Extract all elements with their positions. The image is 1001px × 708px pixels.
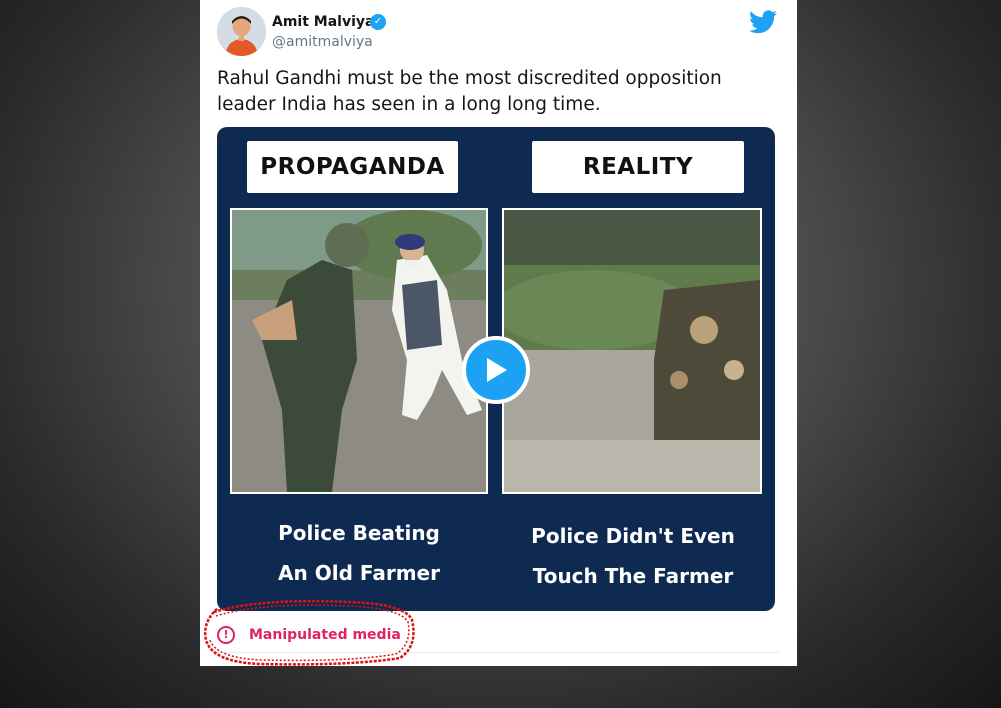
play-button[interactable] bbox=[462, 336, 530, 404]
reality-caption: Police Didn't Even Touch The Farmer bbox=[503, 516, 763, 596]
reality-caption-line1: Police Didn't Even bbox=[531, 524, 735, 548]
author-name[interactable]: Amit Malviya bbox=[272, 14, 374, 30]
propaganda-caption: Police Beating An Old Farmer bbox=[229, 513, 489, 593]
police-and-farmer-scene bbox=[232, 210, 486, 492]
reality-caption-line2: Touch The Farmer bbox=[532, 564, 734, 588]
propaganda-caption-line2: An Old Farmer bbox=[278, 561, 440, 585]
divider bbox=[217, 652, 780, 653]
manipulated-media-notice[interactable]: ! Manipulated media bbox=[217, 620, 401, 650]
tweet-text: Rahul Gandhi must be the most discredite… bbox=[217, 68, 722, 115]
author-handle[interactable]: @amitmalviya bbox=[272, 34, 373, 50]
avatar-portrait bbox=[217, 7, 266, 56]
propaganda-caption-line1: Police Beating bbox=[278, 521, 440, 545]
verified-badge-icon: ✓ bbox=[370, 14, 386, 30]
reality-photo bbox=[502, 208, 762, 494]
propaganda-label: PROPAGANDA bbox=[247, 141, 458, 193]
exclamation-circle-icon: ! bbox=[217, 626, 235, 644]
reality-label: REALITY bbox=[532, 141, 744, 193]
propaganda-photo bbox=[230, 208, 488, 494]
twitter-bird-icon[interactable] bbox=[749, 10, 777, 34]
tweet-card: Amit Malviya ✓ @amitmalviya Rahul Gandhi… bbox=[200, 0, 797, 666]
avatar[interactable] bbox=[217, 7, 266, 56]
play-icon bbox=[487, 358, 507, 382]
police-close-up-scene bbox=[504, 210, 760, 492]
tweet-video[interactable]: PROPAGANDA REALITY Police Beating An Old… bbox=[217, 127, 775, 611]
manipulated-media-label: Manipulated media bbox=[249, 627, 401, 643]
